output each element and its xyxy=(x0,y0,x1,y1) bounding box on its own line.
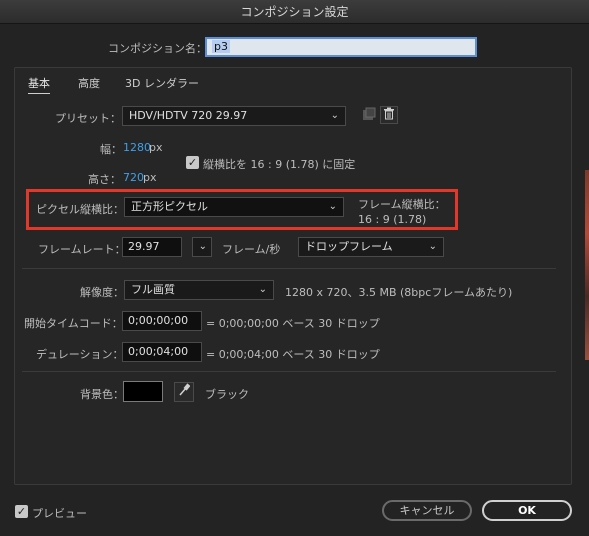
background-color-name: ブラック xyxy=(205,388,249,401)
preview-label: プレビュー xyxy=(32,507,87,520)
frame-rate-value: 29.97 xyxy=(128,240,160,253)
trash-icon[interactable] xyxy=(380,106,398,124)
background-color-swatch[interactable] xyxy=(123,381,163,402)
preview-checkbox[interactable]: ✓ xyxy=(15,505,28,518)
comp-name-value: p3 xyxy=(212,40,230,53)
start-timecode-label: 開始タイムコード： xyxy=(24,317,123,330)
frame-aspect-label: フレーム縦横比： xyxy=(358,198,446,211)
tab-3d-renderer[interactable]: 3D レンダラー xyxy=(125,75,199,91)
tab-basic[interactable]: 基本 xyxy=(28,75,50,94)
drop-frame-value: ドロップフレーム xyxy=(305,240,393,253)
duration-value: 0;00;04;00 xyxy=(128,345,189,358)
height-label: 高さ： xyxy=(88,173,121,186)
tab-advanced[interactable]: 高度 xyxy=(78,75,100,91)
chevron-down-icon: ⌄ xyxy=(258,284,267,295)
background-window-edge xyxy=(585,170,589,360)
section-divider xyxy=(22,371,556,372)
start-timecode-input[interactable]: 0;00;00;00 xyxy=(122,311,202,331)
frame-rate-label: フレームレート： xyxy=(38,243,126,256)
start-timecode-value: 0;00;00;00 xyxy=(128,314,189,327)
frame-rate-input[interactable]: 29.97 xyxy=(122,237,182,257)
preset-value: HDV/HDTV 720 29.97 xyxy=(129,109,248,122)
preset-label: プリセット： xyxy=(55,112,121,125)
duration-info: = 0;00;04;00 ベース 30 ドロップ xyxy=(206,348,380,361)
chevron-down-icon: ⌄ xyxy=(328,201,337,212)
width-label: 幅： xyxy=(100,143,122,156)
lock-aspect-label: 縦横比を 16 : 9 (1.78) に固定 xyxy=(203,158,356,171)
save-preset-icon[interactable] xyxy=(360,107,378,125)
chevron-down-icon: ⌄ xyxy=(198,241,207,252)
resolution-label: 解像度： xyxy=(80,286,124,299)
window-title: コンポジション設定 xyxy=(0,0,589,24)
height-unit: px xyxy=(143,171,157,184)
ok-button[interactable]: OK xyxy=(482,500,572,521)
eyedropper-icon[interactable] xyxy=(174,382,194,402)
width-unit: px xyxy=(149,141,163,154)
settings-panel xyxy=(14,67,572,485)
chevron-down-icon: ⌄ xyxy=(428,241,437,252)
cancel-button[interactable]: キャンセル xyxy=(382,500,472,521)
pixel-aspect-dropdown[interactable]: 正方形ピクセル ⌄ xyxy=(124,197,344,217)
chevron-down-icon: ⌄ xyxy=(330,110,339,121)
resolution-info: 1280 x 720、3.5 MB (8bpcフレームあたり) xyxy=(285,286,513,299)
duration-input[interactable]: 0;00;04;00 xyxy=(122,342,202,362)
composition-settings-dialog: コンポジション設定 コンポジション名： p3 基本 高度 3D レンダラー プリ… xyxy=(0,0,589,536)
lock-aspect-checkbox[interactable]: ✓ xyxy=(186,156,199,169)
drop-frame-dropdown[interactable]: ドロップフレーム ⌄ xyxy=(298,237,444,257)
height-value[interactable]: 720 xyxy=(123,171,144,184)
frame-rate-unit: フレーム/秒 xyxy=(222,243,281,256)
frame-rate-preset-dropdown[interactable]: ⌄ xyxy=(192,237,212,257)
pixel-aspect-label: ピクセル縦横比： xyxy=(36,203,124,216)
comp-name-input[interactable]: p3 xyxy=(205,37,477,57)
width-value[interactable]: 1280 xyxy=(123,141,151,154)
pixel-aspect-value: 正方形ピクセル xyxy=(131,200,208,213)
preset-dropdown[interactable]: HDV/HDTV 720 29.97 ⌄ xyxy=(122,106,346,126)
frame-aspect-value: 16 : 9 (1.78) xyxy=(358,213,427,226)
start-timecode-info: = 0;00;00;00 ベース 30 ドロップ xyxy=(206,317,380,330)
section-divider xyxy=(22,268,556,269)
comp-name-label: コンポジション名： xyxy=(108,42,207,55)
background-label: 背景色： xyxy=(80,388,124,401)
duration-label: デュレーション： xyxy=(36,348,124,361)
resolution-dropdown[interactable]: フル画質 ⌄ xyxy=(124,280,274,300)
resolution-value: フル画質 xyxy=(131,283,175,296)
